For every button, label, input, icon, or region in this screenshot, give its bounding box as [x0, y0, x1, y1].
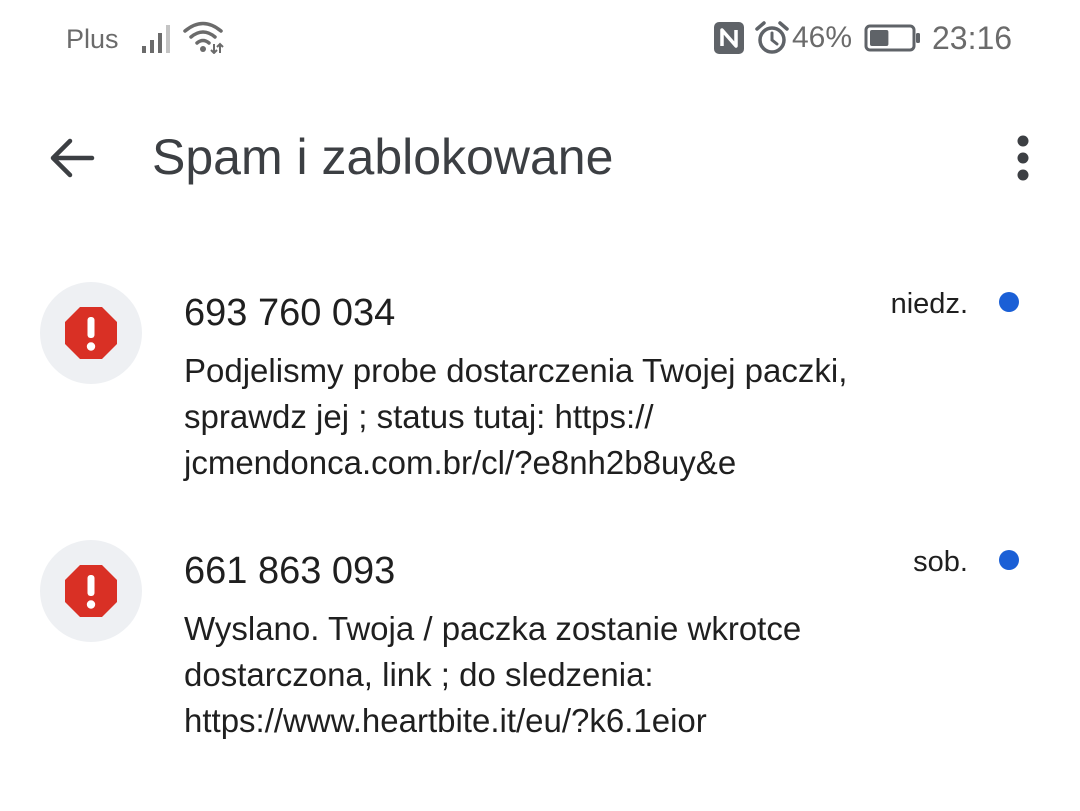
alarm-icon: [755, 21, 789, 54]
signal-icon: [142, 25, 170, 53]
nfc-icon: [714, 22, 744, 54]
spam-warning-icon: [65, 565, 117, 617]
conversation-item[interactable]: 661 863 093 Wyslano. Twoja / paczka zost…: [0, 530, 1080, 770]
sender-number: 661 863 093: [184, 550, 396, 592]
clock: 23:16: [932, 20, 1013, 56]
back-button[interactable]: [44, 130, 100, 186]
battery-percent: 46%: [792, 21, 853, 54]
avatar: [40, 282, 142, 384]
battery-icon: [864, 24, 920, 52]
message-timestamp: sob.: [913, 546, 968, 578]
status-bar: Plus 46% 23:16: [0, 0, 1080, 78]
conversation-item[interactable]: 693 760 034 Podjelismy probe dostarczeni…: [0, 272, 1080, 512]
unread-indicator: [999, 550, 1019, 570]
message-snippet: Podjelismy probe dostarczenia Twojej pac…: [184, 352, 848, 481]
sender-number: 693 760 034: [184, 292, 396, 334]
more-vert-icon: [1017, 135, 1029, 181]
more-options-button[interactable]: [1000, 130, 1046, 186]
wifi-icon: [183, 21, 224, 54]
carrier-name: Plus: [66, 24, 119, 54]
message-snippet: Wyslano. Twoja / paczka zostanie wkrotce…: [184, 610, 802, 739]
avatar: [40, 540, 142, 642]
message-timestamp: niedz.: [890, 288, 968, 320]
unread-indicator: [999, 292, 1019, 312]
arrow-back-icon: [50, 138, 95, 178]
page-title: Spam i zablokowane: [152, 129, 614, 185]
spam-warning-icon: [65, 307, 117, 359]
